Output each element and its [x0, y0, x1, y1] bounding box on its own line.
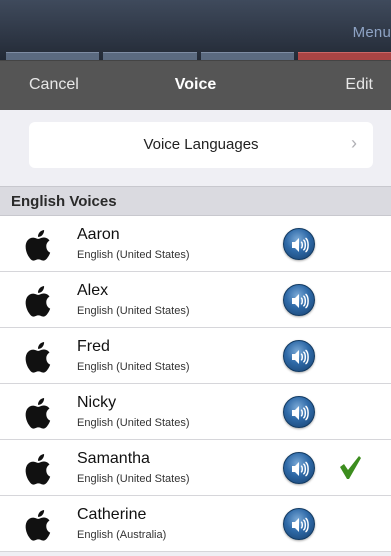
voice-languages-button[interactable]: Voice Languages › [29, 122, 373, 168]
apple-logo-icon [22, 450, 58, 488]
apple-logo-icon [22, 282, 58, 320]
voice-language: English (United States) [77, 305, 190, 317]
voice-row[interactable]: Fred English (United States) [0, 328, 391, 384]
voice-row[interactable]: Nicky English (United States) [0, 384, 391, 440]
voice-name: Aaron [77, 226, 120, 243]
menu-button[interactable]: Menu [353, 24, 391, 41]
apple-logo-icon [22, 394, 58, 432]
checkmark-icon [337, 454, 363, 485]
voice-languages-label: Voice Languages [143, 136, 259, 153]
voice-language: English (United States) [77, 249, 190, 261]
apple-logo-icon [22, 226, 58, 264]
voice-row[interactable]: Aaron English (United States) [0, 216, 391, 272]
section-title: English Voices [11, 193, 117, 210]
voice-name: Fred [77, 338, 110, 355]
speaker-icon[interactable] [283, 508, 315, 540]
page-title: Voice [174, 76, 217, 93]
voice-language: English (Australia) [77, 529, 167, 541]
speaker-icon[interactable] [283, 340, 315, 372]
speaker-icon[interactable] [283, 452, 315, 484]
voice-nav-bar: Cancel Voice Edit [0, 60, 391, 110]
voice-list: Aaron English (United States) Alex English … [0, 216, 391, 552]
apple-logo-icon [22, 506, 58, 544]
speaker-icon[interactable] [283, 396, 315, 428]
voice-row[interactable]: Samantha English (United States) [0, 440, 391, 496]
speaker-icon[interactable] [283, 228, 315, 260]
apple-logo-icon [22, 338, 58, 376]
toolbar-tabs [0, 52, 391, 60]
app-toolbar: Menu [0, 0, 391, 60]
toolbar-tab[interactable] [103, 52, 197, 60]
voice-row[interactable]: Catherine English (Australia) [0, 496, 391, 552]
speaker-icon[interactable] [283, 284, 315, 316]
voice-name: Nicky [77, 394, 117, 411]
voice-name: Catherine [77, 506, 147, 523]
voice-language: English (United States) [77, 361, 190, 373]
section-header: English Voices [0, 186, 391, 216]
voice-name: Samantha [77, 450, 150, 467]
voice-name: Alex [77, 282, 109, 299]
voice-language: English (United States) [77, 473, 190, 485]
toolbar-tab[interactable] [6, 52, 100, 60]
voice-language: English (United States) [77, 417, 190, 429]
toolbar-tab[interactable] [200, 52, 294, 60]
edit-button[interactable]: Edit [345, 76, 373, 94]
toolbar-tab[interactable] [297, 52, 391, 60]
voice-row[interactable]: Alex English (United States) [0, 272, 391, 328]
chevron-right-icon: › [351, 133, 357, 153]
